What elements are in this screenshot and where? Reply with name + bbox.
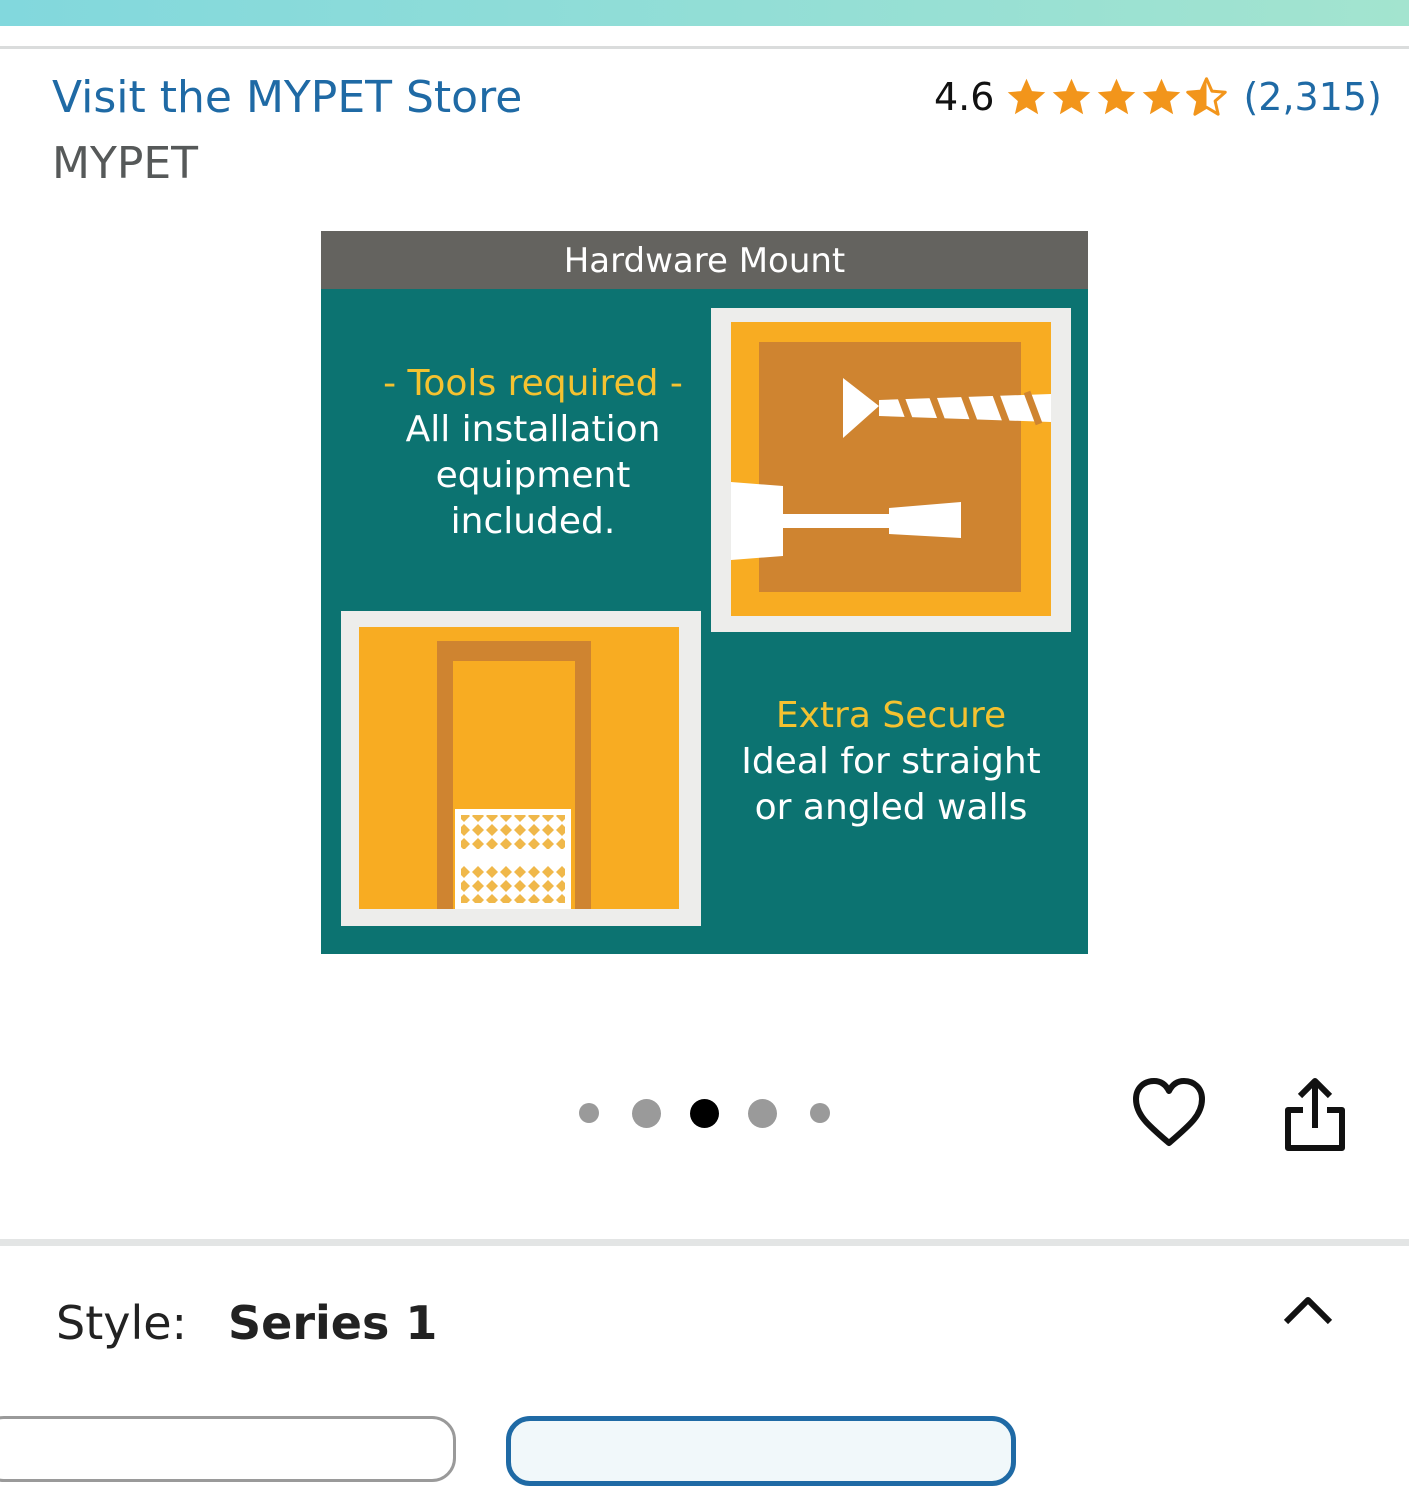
style-value: Series 1 <box>228 1296 438 1350</box>
image-header: Hardware Mount <box>321 231 1088 289</box>
variation-toggle[interactable] <box>1280 1290 1336 1334</box>
text-line: All installation <box>405 409 661 450</box>
heart-icon <box>1133 1078 1205 1146</box>
chevron-up-icon <box>1283 1297 1333 1325</box>
rating-summary[interactable]: 4.6 (2,315) <box>934 72 1382 122</box>
carousel-dot-active[interactable] <box>690 1099 719 1128</box>
text-line: equipment <box>435 455 631 496</box>
product-image[interactable]: Hardware Mount - Tools required - All in… <box>321 231 1088 954</box>
carousel-dot[interactable] <box>632 1099 661 1128</box>
star-full-icon <box>1143 78 1181 114</box>
style-option[interactable] <box>0 1416 456 1482</box>
door-frame-panel <box>341 611 701 926</box>
star-half-icon <box>1186 76 1228 116</box>
extra-secure-text: Extra Secure Ideal for straight or angle… <box>711 693 1071 831</box>
screw-panel <box>711 308 1071 632</box>
text-line: or angled walls <box>754 787 1028 828</box>
share-icon <box>1285 1078 1345 1151</box>
visit-store-link[interactable]: Visit the MYPET Store <box>52 72 522 123</box>
carousel-dot[interactable] <box>579 1103 599 1123</box>
top-status-gradient <box>0 0 1409 26</box>
share-button[interactable] <box>1280 1074 1350 1154</box>
rating-value: 4.6 <box>934 75 995 119</box>
screw-anchor-illustration <box>731 342 1051 592</box>
style-option-selected[interactable] <box>506 1416 1016 1486</box>
star-rating <box>1004 75 1229 120</box>
carousel-dot[interactable] <box>810 1103 830 1123</box>
door-frame-illustration <box>437 641 591 909</box>
tools-required-text: - Tools required - All installation equi… <box>363 361 703 545</box>
divider <box>0 46 1409 49</box>
carousel-indicator[interactable] <box>576 1095 836 1131</box>
favorite-button[interactable] <box>1130 1075 1208 1149</box>
carousel-dot[interactable] <box>748 1099 777 1128</box>
star-full-icon <box>1098 78 1136 114</box>
brand-name: MYPET <box>52 138 199 189</box>
text-line: included. <box>450 501 616 542</box>
section-divider <box>0 1239 1409 1246</box>
star-full-icon <box>1008 78 1046 114</box>
text-line: Ideal for straight <box>741 741 1041 782</box>
rating-count-link[interactable]: (2,315) <box>1243 75 1381 119</box>
star-full-icon <box>1053 78 1091 114</box>
style-label: Style: <box>56 1296 188 1350</box>
extra-secure-heading: Extra Secure <box>775 695 1007 736</box>
tools-required-heading: - Tools required - <box>383 363 683 404</box>
